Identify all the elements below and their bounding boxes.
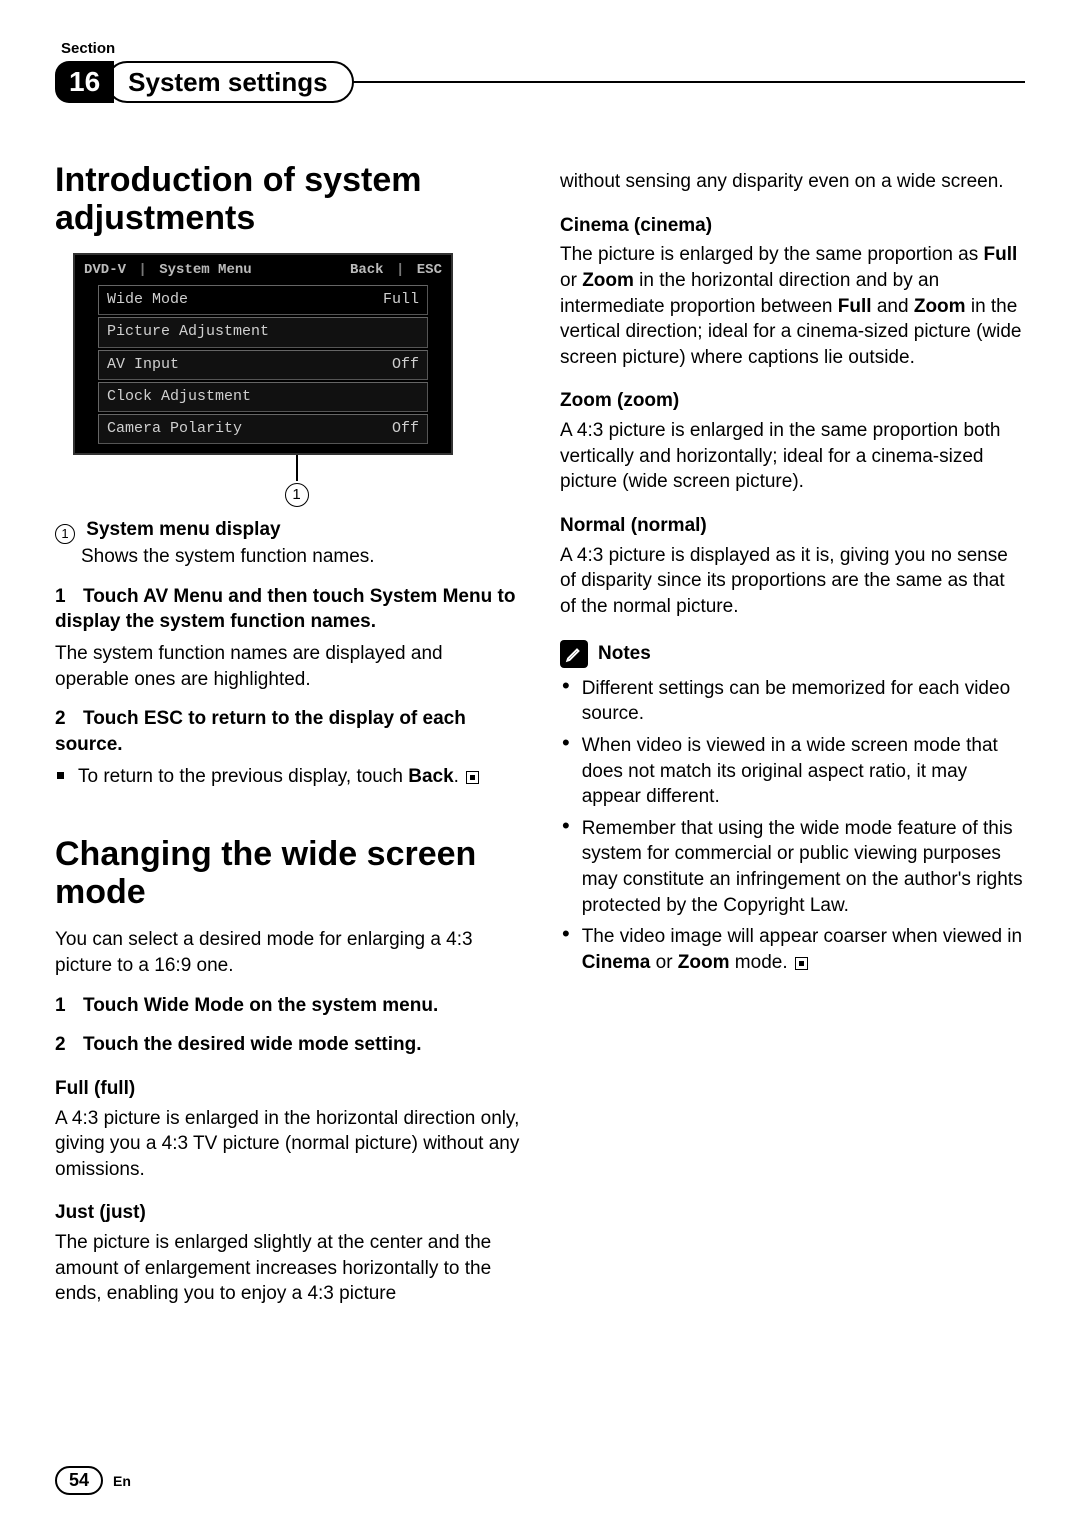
callout-1: 1 System menu display Shows the system f… [55, 517, 520, 569]
step-2-note: To return to the previous display, touch… [55, 764, 520, 790]
pencil-icon [560, 640, 588, 668]
just-body-cont: without sensing any disparity even on a … [560, 169, 1025, 195]
screen-row-av-input[interactable]: AV InputOff [98, 350, 428, 380]
full-heading: Full (full) [55, 1076, 520, 1102]
note-item: Remember that using the wide mode featur… [560, 816, 1025, 919]
normal-body: A 4:3 picture is displayed as it is, giv… [560, 543, 1025, 620]
note-item: The video image will appear coarser when… [560, 924, 1025, 975]
full-body: A 4:3 picture is enlarged in the horizon… [55, 1106, 520, 1183]
step-2: 2Touch ESC to return to the display of e… [55, 706, 520, 757]
square-bullet-icon [57, 772, 64, 779]
right-column: without sensing any disparity even on a … [560, 133, 1025, 1317]
note-item: When video is viewed in a wide screen mo… [560, 733, 1025, 810]
cinema-body: The picture is enlarged by the same prop… [560, 242, 1025, 370]
page-footer: 54 En [55, 1466, 131, 1495]
language-label: En [113, 1473, 131, 1489]
screenshot-system-menu: DVD-V | System Menu Back | ESC Wide Mode… [73, 253, 520, 507]
step-1-body: The system function names are displayed … [55, 641, 520, 692]
section-label: Section [61, 40, 1025, 57]
just-heading: Just (just) [55, 1200, 520, 1226]
screen-back-btn[interactable]: Back [350, 262, 384, 278]
wide-step-1: 1Touch Wide Mode on the system menu. [55, 993, 520, 1019]
left-column: Introduction of system adjustments DVD-V… [55, 133, 520, 1317]
normal-heading: Normal (normal) [560, 513, 1025, 539]
notes-heading: Notes [560, 640, 1025, 668]
wide-step-2: 2Touch the desired wide mode setting. [55, 1032, 520, 1058]
section-title: System settings [106, 61, 353, 103]
note-item: Different settings can be memorized for … [560, 676, 1025, 727]
just-body: The picture is enlarged slightly at the … [55, 1230, 520, 1307]
header-rule [348, 81, 1025, 83]
page-number: 54 [55, 1466, 103, 1495]
screen-row-wide-mode[interactable]: Wide ModeFull [98, 285, 428, 315]
heading-wide-mode: Changing the wide screen mode [55, 835, 520, 911]
screen-row-picture-adj[interactable]: Picture Adjustment [98, 317, 428, 347]
screen-row-camera-pol[interactable]: Camera PolarityOff [98, 414, 428, 444]
callout-marker-1: 1 [285, 483, 309, 507]
step-1: 1Touch AV Menu and then touch System Men… [55, 584, 520, 635]
screen-row-clock-adj[interactable]: Clock Adjustment [98, 382, 428, 412]
zoom-heading: Zoom (zoom) [560, 388, 1025, 414]
circled-1-icon: 1 [55, 524, 75, 544]
cinema-heading: Cinema (cinema) [560, 213, 1025, 239]
screen-title: System Menu [159, 261, 251, 280]
zoom-body: A 4:3 picture is enlarged in the same pr… [560, 418, 1025, 495]
heading-intro: Introduction of system adjustments [55, 161, 520, 237]
end-mark-icon [466, 771, 479, 784]
end-mark-icon [795, 957, 808, 970]
screen-source: DVD-V [84, 261, 126, 280]
wide-intro: You can select a desired mode for enlarg… [55, 927, 520, 978]
screen-esc-btn[interactable]: ESC [417, 262, 442, 278]
section-header: 16 System settings [55, 61, 1025, 103]
notes-list: Different settings can be memorized for … [560, 676, 1025, 976]
section-number-badge: 16 [55, 61, 114, 103]
